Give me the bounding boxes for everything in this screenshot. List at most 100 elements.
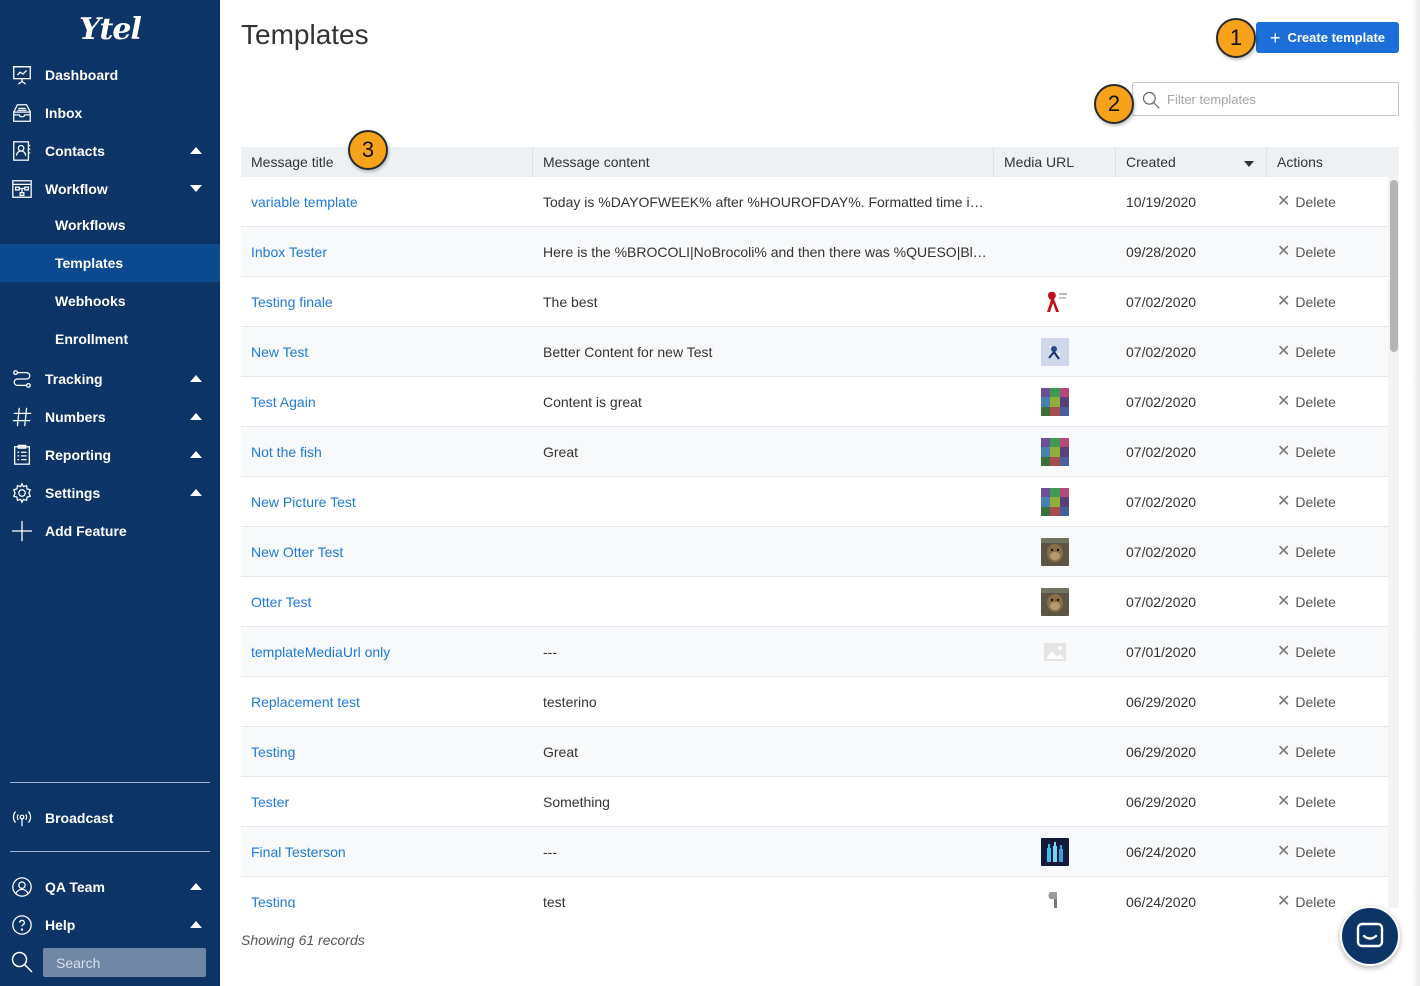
delete-button[interactable]: ✕ Delete <box>1267 177 1388 227</box>
table-row[interactable]: Testing test 06/24/2020 ✕ Delete <box>241 877 1388 908</box>
table-row[interactable]: templateMediaUrl only --- 07/01/2020 ✕ Delet… <box>241 627 1388 677</box>
sidebar-search-input[interactable] <box>43 948 206 977</box>
template-title-link[interactable]: Otter Test <box>241 577 533 627</box>
delete-button[interactable]: ✕ Delete <box>1267 477 1388 527</box>
ribbon-image[interactable] <box>1041 287 1069 316</box>
table-row[interactable]: New Otter Test 07/02/2020 ✕ Delete <box>241 527 1388 577</box>
filter-templates-input[interactable] <box>1167 83 1392 115</box>
delete-button[interactable]: ✕ Delete <box>1267 527 1388 577</box>
placeholder-image[interactable] <box>1041 638 1069 666</box>
delete-button[interactable]: ✕ Delete <box>1267 427 1388 477</box>
sidebar-item-broadcast[interactable]: Broadcast <box>0 799 220 837</box>
logo[interactable]: Ytel <box>0 0 220 58</box>
media-cell <box>994 427 1116 477</box>
delete-button[interactable]: ✕ Delete <box>1267 777 1388 827</box>
mosaic-image[interactable] <box>1041 387 1069 416</box>
sidebar-item-team[interactable]: QA Team <box>0 868 220 906</box>
dashboard-icon <box>10 63 34 87</box>
template-title-link[interactable]: Test Again <box>241 377 533 427</box>
workflow-icon <box>10 177 34 201</box>
close-icon: ✕ <box>1277 442 1291 460</box>
delete-button[interactable]: ✕ Delete <box>1267 227 1388 277</box>
template-title-link[interactable]: New Test <box>241 327 533 377</box>
media-cell <box>994 477 1116 527</box>
created-date: 07/02/2020 <box>1126 293 1197 310</box>
bottles-image[interactable] <box>1041 837 1069 866</box>
sidebar-subitem-webhooks[interactable]: Webhooks <box>0 282 220 320</box>
sidebar-item-workflow[interactable]: Workflow <box>0 170 220 208</box>
table-row[interactable]: Testing Great 06/29/2020 ✕ Delete <box>241 727 1388 777</box>
template-title-link[interactable]: templateMediaUrl only <box>241 627 533 677</box>
otter-image[interactable] <box>1041 537 1069 566</box>
delete-button[interactable]: ✕ Delete <box>1267 327 1388 377</box>
sidebar-subitem-templates[interactable]: Templates <box>0 244 220 282</box>
media-cell <box>994 377 1116 427</box>
template-title-link[interactable]: Testing <box>241 877 533 909</box>
table-row[interactable]: Final Testerson --- 06/24/2020 ✕ Delete <box>241 827 1388 877</box>
delete-button[interactable]: ✕ Delete <box>1267 727 1388 777</box>
template-title-link[interactable]: Replacement test <box>241 677 533 727</box>
sidebar-item-dashboard[interactable]: Dashboard <box>0 56 220 94</box>
delete-button[interactable]: ✕ Delete <box>1267 827 1388 877</box>
mosaic-image[interactable] <box>1041 487 1069 516</box>
caret-up-icon <box>190 921 202 928</box>
created-date: 10/19/2020 <box>1126 193 1197 210</box>
table-row[interactable]: New Test Better Content for new Test 07/02… <box>241 327 1388 377</box>
chat-launcher-button[interactable] <box>1340 906 1400 966</box>
otter-image[interactable] <box>1041 587 1069 616</box>
delete-button[interactable]: ✕ Delete <box>1267 677 1388 727</box>
column-header-created[interactable]: Created <box>1116 147 1267 177</box>
message-content: Today is %DAYOFWEEK% after %HOUROFDAY%. … <box>543 193 988 210</box>
table-row[interactable]: Test Again Content is great 07/02/2020 ✕ Del… <box>241 377 1388 427</box>
template-title-link[interactable]: Testing <box>241 727 533 777</box>
sidebar-item-label: Reporting <box>45 447 112 463</box>
template-title-link[interactable]: Testing finale <box>241 277 533 327</box>
sidebar-item-label: QA Team <box>45 879 105 895</box>
mosaic-image[interactable] <box>1041 437 1069 466</box>
plus-icon <box>10 519 34 543</box>
table-row[interactable]: New Picture Test 07/02/2020 ✕ Delete <box>241 477 1388 527</box>
sidebar-item-tracking[interactable]: Tracking <box>0 360 220 398</box>
sidebar-item-add-feature[interactable]: Add Feature <box>0 512 220 550</box>
table-row[interactable]: Not the fish Great 07/02/2020 ✕ Delete <box>241 427 1388 477</box>
figure-image[interactable] <box>1041 337 1069 366</box>
column-header-content[interactable]: Message content <box>533 147 994 177</box>
template-title-link[interactable]: New Picture Test <box>241 477 533 527</box>
template-title-link[interactable]: Final Testerson <box>241 827 533 877</box>
sidebar-subitem-workflows[interactable]: Workflows <box>0 206 220 244</box>
template-title-link[interactable]: New Otter Test <box>241 527 533 577</box>
create-template-button[interactable]: + Create template <box>1256 22 1399 53</box>
sidebar-item-inbox[interactable]: Inbox <box>0 94 220 132</box>
message-content: --- <box>543 643 557 660</box>
sidebar-item-contacts[interactable]: Contacts <box>0 132 220 170</box>
table-row[interactable]: Testing finale The best 07/02/2020 ✕ Delete <box>241 277 1388 327</box>
sidebar-item-reporting[interactable]: Reporting <box>0 436 220 474</box>
template-title-link[interactable]: Not the fish <box>241 427 533 477</box>
delete-button[interactable]: ✕ Delete <box>1267 877 1388 908</box>
table-row[interactable]: Tester Something 06/29/2020 ✕ Delete <box>241 777 1388 827</box>
close-icon: ✕ <box>1277 342 1291 360</box>
search-icon <box>11 951 33 973</box>
close-icon: ✕ <box>1277 292 1291 310</box>
template-title-link[interactable]: Tester <box>241 777 533 827</box>
sidebar-subitem-enrollment[interactable]: Enrollment <box>0 320 220 358</box>
axe-image[interactable] <box>1041 887 1069 909</box>
delete-button[interactable]: ✕ Delete <box>1267 377 1388 427</box>
table-row[interactable]: variable template Today is %DAYOFWEEK% af… <box>241 177 1388 227</box>
table-scrollbar-thumb[interactable] <box>1390 180 1398 352</box>
sidebar-item-help[interactable]: Help <box>0 906 220 944</box>
template-title-link[interactable]: variable template <box>241 177 533 227</box>
delete-button[interactable]: ✕ Delete <box>1267 577 1388 627</box>
delete-button[interactable]: ✕ Delete <box>1267 627 1388 677</box>
media-cell <box>994 227 1116 277</box>
table-row[interactable]: Otter Test 07/02/2020 ✕ Delete <box>241 577 1388 627</box>
records-count: Showing 61 records <box>241 932 365 948</box>
template-title-link[interactable]: Inbox Tester <box>241 227 533 277</box>
table-row[interactable]: Inbox Tester Here is the %BROCOLI|NoBroco… <box>241 227 1388 277</box>
column-header-media[interactable]: Media URL <box>994 147 1116 177</box>
delete-button[interactable]: ✕ Delete <box>1267 277 1388 327</box>
table-row[interactable]: Replacement test testerino 06/29/2020 ✕ Dele… <box>241 677 1388 727</box>
sidebar-item-settings[interactable]: Settings <box>0 474 220 512</box>
sidebar-item-numbers[interactable]: Numbers <box>0 398 220 436</box>
broadcast-icon <box>10 806 34 830</box>
